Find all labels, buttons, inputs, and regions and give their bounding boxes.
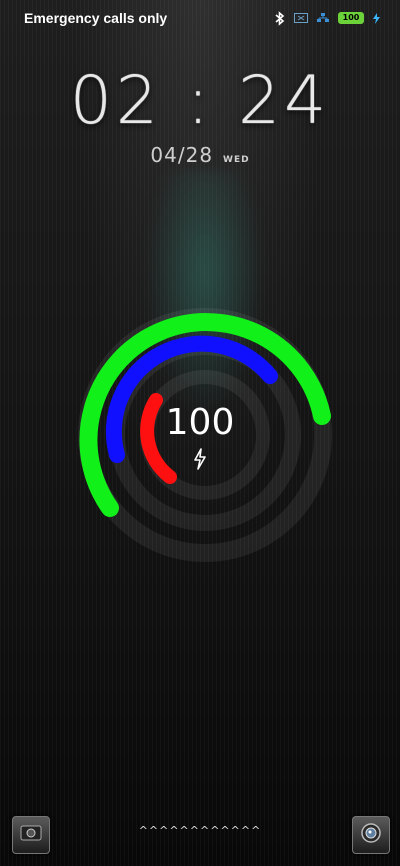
status-bar: Emergency calls only 100 [0, 0, 400, 36]
gallery-shortcut-button[interactable] [12, 816, 50, 854]
bluetooth-icon [275, 10, 285, 26]
status-icons: 100 [275, 10, 380, 26]
lock-clock: 02 : 24 [69, 62, 331, 139]
lock-date: 04/28 WED [0, 143, 400, 167]
battery-icon: 100 [338, 12, 364, 24]
day-text: WED [223, 155, 250, 165]
camera-icon [360, 822, 382, 848]
carrier-status: Emergency calls only [24, 10, 168, 26]
bolt-icon [192, 448, 208, 470]
network-icon [317, 13, 329, 23]
unlock-hint[interactable]: ^^^^^^^^^^^^ [0, 824, 400, 837]
date-text: 04/28 [150, 143, 214, 167]
camera-shortcut-button[interactable] [352, 816, 390, 854]
sim-icon [294, 13, 308, 23]
gallery-icon [20, 824, 42, 846]
battery-percentage: 100 [165, 402, 235, 443]
charging-icon [373, 12, 380, 24]
